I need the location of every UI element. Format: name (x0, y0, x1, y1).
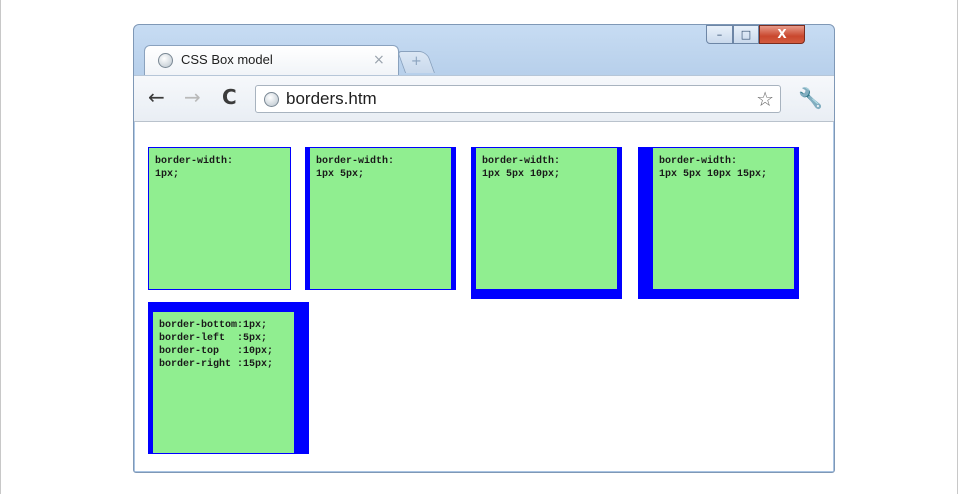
tab-title: CSS Box model (181, 52, 273, 67)
globe-icon (158, 53, 173, 68)
border-demo-box-4: border-width: 1px 5px 10px 15px; (638, 147, 799, 299)
border-demo-box-1: border-width: 1px; (148, 147, 291, 290)
border-demo-box-2: border-width: 1px 5px; (305, 147, 456, 290)
tab-css-box-model[interactable]: CSS Box model × (144, 45, 399, 75)
url-text: borders.htm (286, 89, 377, 108)
box-5-label: border-bottom:1px; border-left :5px; bor… (159, 320, 274, 370)
globe-icon (264, 92, 279, 107)
plus-icon: + (410, 54, 422, 69)
browser-window: – □ X CSS Box model × + ← → C borders.ht… (133, 24, 835, 473)
back-button[interactable]: ← (148, 86, 165, 108)
maximize-button[interactable]: □ (733, 25, 759, 44)
border-demo-box-5: border-bottom:1px; border-left :5px; bor… (148, 302, 309, 454)
minimize-button[interactable]: – (706, 25, 733, 44)
border-demo-box-3: border-width: 1px 5px 10px; (471, 147, 622, 299)
page-frame-left (0, 0, 1, 494)
box-4-label: border-width: 1px 5px 10px 15px; (659, 156, 768, 180)
close-window-button[interactable]: X (759, 25, 805, 44)
wrench-menu-icon[interactable]: 🔧 (798, 86, 823, 110)
new-tab-button[interactable]: + (396, 51, 436, 73)
address-bar[interactable]: borders.htm ☆ (255, 85, 781, 113)
reload-button[interactable]: C (222, 86, 237, 108)
bookmark-star-icon[interactable]: ☆ (756, 87, 774, 111)
close-tab-icon[interactable]: × (373, 52, 385, 68)
forward-button[interactable]: → (184, 86, 201, 108)
box-2-label: border-width: 1px 5px; (316, 156, 395, 180)
box-3-label: border-width: 1px 5px 10px; (482, 156, 561, 180)
browser-toolbar: ← → C borders.htm ☆ 🔧 (134, 75, 834, 122)
box-1-label: border-width: 1px; (155, 156, 234, 180)
page-viewport: border-width: 1px; border-width: 1px 5px… (135, 122, 833, 471)
